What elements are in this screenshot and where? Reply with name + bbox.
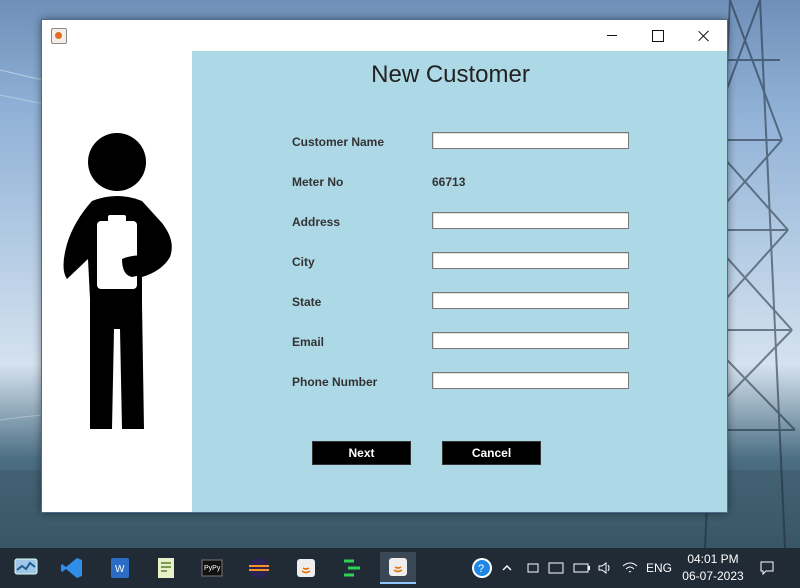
- state-label: State: [292, 295, 322, 309]
- phone-number-input[interactable]: [432, 372, 629, 389]
- next-button[interactable]: Next: [312, 441, 411, 465]
- svg-text:PyPy: PyPy: [204, 565, 221, 572]
- form-panel: New Customer Customer Name Meter No 6671…: [192, 51, 727, 512]
- wifi-icon[interactable]: [622, 548, 638, 588]
- eclipse-icon[interactable]: [241, 552, 277, 584]
- language-indicator[interactable]: ENG: [646, 548, 672, 588]
- customer-name-label: Customer Name: [292, 135, 385, 149]
- svg-text:?: ?: [478, 563, 484, 575]
- volume-icon[interactable]: [597, 548, 613, 588]
- illustration-panel: [42, 51, 192, 512]
- taskbar: W PyPy ? ENG 04:01 PM 06-07-2023: [0, 548, 800, 588]
- help-icon[interactable]: ?: [471, 548, 493, 588]
- address-label: Address: [292, 215, 341, 229]
- word-icon[interactable]: W: [102, 552, 138, 584]
- svg-text:W: W: [115, 564, 125, 575]
- clock-time: 04:01 PM: [687, 552, 739, 566]
- clock-date: 06-07-2023: [682, 569, 744, 583]
- customer-name-input[interactable]: [432, 132, 629, 149]
- chevron-up-icon[interactable]: [501, 548, 513, 588]
- city-input[interactable]: [432, 252, 629, 269]
- minimize-button[interactable]: [589, 20, 635, 51]
- meter-no-value: 66713: [432, 175, 466, 189]
- new-customer-window: New Customer Customer Name Meter No 6671…: [41, 19, 728, 513]
- city-label: City: [292, 255, 315, 269]
- customer-person-icon: [63, 133, 172, 429]
- cancel-button[interactable]: Cancel: [442, 441, 541, 465]
- vscode-icon[interactable]: [54, 552, 90, 584]
- display-icon[interactable]: [548, 548, 564, 588]
- page-title: New Customer: [371, 61, 530, 88]
- state-input[interactable]: [432, 292, 629, 309]
- close-button[interactable]: [681, 20, 727, 51]
- pycharm-icon[interactable]: PyPy: [194, 552, 230, 584]
- email-label: Email: [292, 335, 325, 349]
- maximize-button[interactable]: [635, 20, 681, 51]
- notification-icon[interactable]: [759, 548, 775, 588]
- address-input[interactable]: [432, 212, 629, 229]
- java-active-icon[interactable]: [380, 552, 416, 584]
- meter-no-label: Meter No: [292, 175, 344, 189]
- notepad-icon[interactable]: [148, 552, 184, 584]
- email-input[interactable]: [432, 332, 629, 349]
- maximize-icon: [652, 29, 664, 42]
- java-app-icon: [51, 28, 67, 44]
- phone-number-label: Phone Number: [292, 375, 378, 389]
- battery-icon[interactable]: [573, 548, 591, 588]
- minimize-icon: [607, 35, 617, 36]
- close-icon: [698, 30, 710, 42]
- meet-now-icon[interactable]: [526, 548, 540, 588]
- task-manager-icon[interactable]: [8, 552, 44, 584]
- title-bar[interactable]: [42, 20, 727, 51]
- java-icon[interactable]: [288, 552, 324, 584]
- system-clock[interactable]: 04:01 PM 06-07-2023: [677, 551, 749, 585]
- green-app-icon[interactable]: [334, 552, 370, 584]
